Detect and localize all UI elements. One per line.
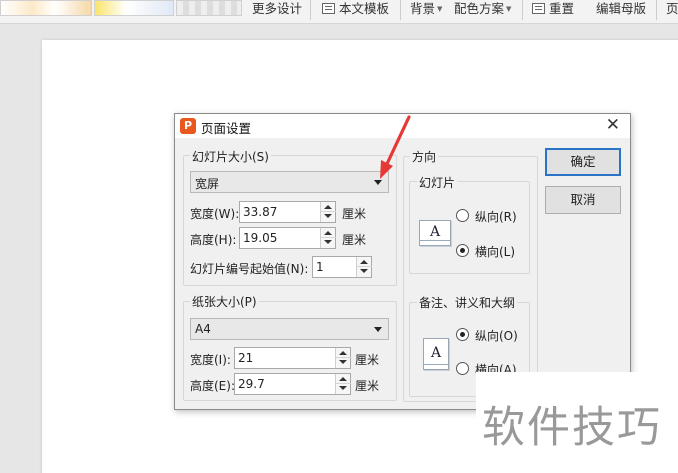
notes-portrait-label[interactable]: 纵向(O) [475, 327, 518, 344]
spinner-buttons[interactable] [335, 348, 351, 368]
paper-width-unit: 厘米 [355, 353, 380, 367]
design-thumbnail-3[interactable] [176, 0, 242, 16]
text-template-button[interactable]: 本文模板 [322, 0, 389, 22]
paper-height-value: 29.7 [238, 377, 265, 391]
slide-size-value: 宽屏 [195, 177, 220, 191]
spin-down-icon[interactable] [339, 386, 347, 390]
slide-landscape-radio[interactable] [456, 244, 469, 257]
chevron-down-icon [374, 180, 382, 185]
slide-size-select[interactable]: 宽屏 [190, 171, 389, 193]
slide-size-label: 幻灯片大小(S) [190, 148, 271, 165]
dialog-titlebar[interactable]: P 页面设置 ✕ [175, 114, 630, 138]
ok-button[interactable]: 确定 [545, 148, 621, 176]
portrait-page-icon: A [423, 338, 449, 370]
spin-up-icon[interactable] [324, 205, 332, 209]
slide-height-unit: 厘米 [342, 233, 367, 247]
paper-height-unit: 厘米 [355, 379, 380, 393]
paper-size-select[interactable]: A4 [190, 318, 389, 340]
spin-up-icon[interactable] [360, 260, 368, 264]
design-thumbnail-2[interactable] [94, 0, 174, 16]
spinner-buttons[interactable] [320, 228, 336, 248]
slide-height-label: 高度(H): [190, 233, 237, 247]
notes-landscape-radio[interactable] [456, 362, 469, 375]
spin-down-icon[interactable] [339, 360, 347, 364]
background-button[interactable]: 背景 ▼ [410, 0, 442, 22]
wps-presentation-icon: P [180, 118, 196, 134]
spin-up-icon[interactable] [324, 231, 332, 235]
slide-portrait-radio[interactable] [456, 209, 469, 222]
landscape-page-icon: A [419, 220, 451, 246]
paper-size-value: A4 [195, 322, 211, 336]
spinner-buttons[interactable] [356, 257, 372, 277]
reset-button[interactable]: 重置 [532, 0, 574, 22]
ribbon-toolbar: 更多设计 本文模板 背景 ▼ 配色方案 ▼ 重置 编辑母版 页 [0, 0, 678, 24]
edit-master-button[interactable]: 编辑母版 [596, 0, 646, 22]
paper-size-label: 纸张大小(P) [190, 293, 259, 310]
slide-width-value: 33.87 [243, 205, 278, 219]
more-design-button[interactable]: 更多设计 [252, 0, 302, 22]
dropdown-arrow-icon: ▼ [506, 5, 512, 13]
paper-width-input[interactable]: 21 [234, 347, 351, 369]
paper-width-label: 宽度(I): [190, 353, 231, 367]
paper-width-value: 21 [238, 351, 254, 365]
slide-height-input[interactable]: 19.05 [239, 227, 336, 249]
spinner-buttons[interactable] [320, 202, 336, 222]
slide-numbering-input[interactable]: 1 [312, 256, 372, 278]
close-icon[interactable]: ✕ [606, 115, 620, 135]
paper-height-label: 高度(E): [190, 379, 235, 393]
notes-orientation-label: 备注、讲义和大纲 [417, 294, 518, 311]
color-scheme-button[interactable]: 配色方案 ▼ [454, 0, 511, 22]
watermark-text: 软件技巧 [482, 403, 662, 453]
notes-portrait-radio[interactable] [456, 328, 469, 341]
chevron-down-icon [374, 327, 382, 332]
dialog-title: 页面设置 [201, 121, 252, 136]
slide-width-unit: 厘米 [342, 207, 367, 221]
spin-down-icon[interactable] [324, 240, 332, 244]
spin-up-icon[interactable] [339, 377, 347, 381]
design-thumbnail-1[interactable] [0, 0, 92, 16]
slide-width-label: 宽度(W): [190, 207, 240, 221]
dropdown-arrow-icon: ▼ [437, 5, 443, 13]
slide-portrait-label[interactable]: 纵向(R) [475, 208, 517, 225]
slide-width-input[interactable]: 33.87 [239, 201, 336, 223]
slide-numbering-value: 1 [316, 260, 324, 274]
spinner-buttons[interactable] [335, 374, 351, 394]
paper-height-input[interactable]: 29.7 [234, 373, 351, 395]
reset-icon [532, 3, 545, 14]
spin-up-icon[interactable] [339, 351, 347, 355]
page-setup-dialog: P 页面设置 ✕ 幻灯片大小(S) 宽屏 宽度(W): 33.87 厘米 高度(… [174, 113, 631, 410]
slide-height-value: 19.05 [243, 231, 278, 245]
spin-down-icon[interactable] [324, 214, 332, 218]
orientation-label: 方向 [410, 148, 439, 165]
slide-numbering-label: 幻灯片编号起始值(N): [190, 262, 309, 276]
spin-down-icon[interactable] [360, 269, 368, 273]
slide-orientation-label: 幻灯片 [417, 174, 458, 191]
page-button-truncated[interactable]: 页 [666, 0, 678, 22]
cancel-button[interactable]: 取消 [545, 186, 621, 214]
template-icon [322, 3, 335, 14]
slide-landscape-label[interactable]: 横向(L) [475, 243, 515, 260]
